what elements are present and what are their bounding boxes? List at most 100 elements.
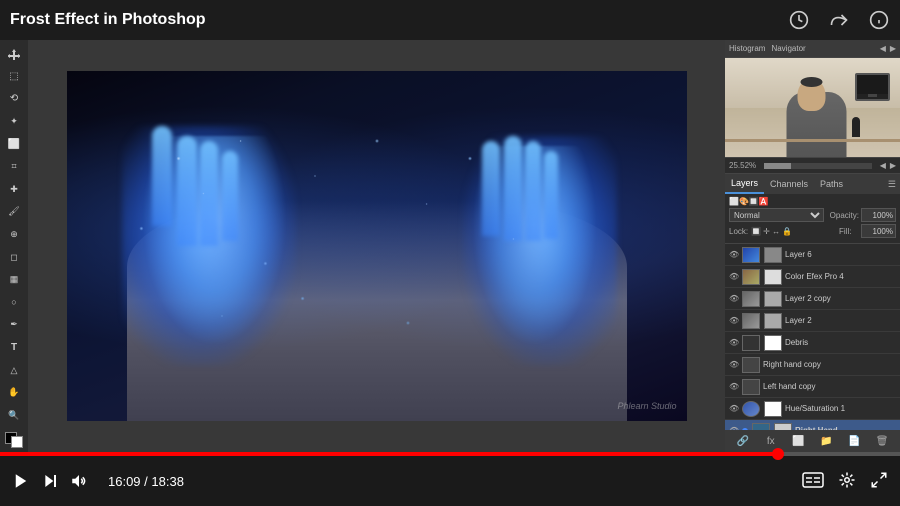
watermark: Phlearn Studio xyxy=(617,401,676,411)
layer-mask-debris xyxy=(764,335,782,351)
layer-mask-huesat1 xyxy=(764,401,782,417)
opacity-label: Opacity: xyxy=(830,211,859,220)
create-group-button[interactable]: 📁 xyxy=(818,433,834,449)
layer-eye-lefthandcopy[interactable]: 👁 xyxy=(729,382,739,392)
gradient-tool[interactable]: ▦ xyxy=(3,270,25,290)
layer-eye-huesat1[interactable]: 👁 xyxy=(729,404,739,414)
progress-bar[interactable] xyxy=(0,452,900,456)
layer-eye-layer2[interactable]: 👁 xyxy=(729,316,739,326)
tab-navigator[interactable]: Navigator xyxy=(771,44,805,53)
layer-eye-layer2copy[interactable]: 👁 xyxy=(729,294,739,304)
hand-tool[interactable]: ✋ xyxy=(3,383,25,403)
volume-button[interactable] xyxy=(70,472,88,490)
layer-name-colorefex: Color Efex Pro 4 xyxy=(785,272,896,281)
zoom-tool[interactable]: 🔍 xyxy=(3,406,25,426)
layer-name-layer2copy: Layer 2 copy xyxy=(785,294,896,303)
crop-tool[interactable]: ⬜ xyxy=(3,134,25,154)
eraser-tool[interactable]: ◻ xyxy=(3,247,25,267)
webcam-background xyxy=(725,58,900,157)
progress-thumb[interactable] xyxy=(772,448,784,460)
layer-mask-layer2 xyxy=(764,313,782,329)
healing-tool[interactable]: ✚ xyxy=(3,180,25,200)
clock-icon[interactable] xyxy=(788,9,810,31)
add-mask-button[interactable]: ⬜ xyxy=(791,433,807,449)
fullscreen-button[interactable] xyxy=(870,471,888,492)
marquee-tool[interactable]: ⬚ xyxy=(3,67,25,87)
layer-eye-layer6[interactable]: 👁 xyxy=(729,250,739,260)
info-icon[interactable] xyxy=(868,9,890,31)
layer-item-layer2copy[interactable]: 👁 Layer 2 copy xyxy=(725,288,900,310)
zoom-arrow-right[interactable]: ▶ xyxy=(890,161,896,170)
main-content: ⬚ ⟲ ✦ ⬜ ⌗ ✚ 🖌 ⊕ ◻ ▦ ○ ✒ T △ ✋ 🔍 xyxy=(0,40,900,452)
magic-wand-tool[interactable]: ✦ xyxy=(3,112,25,132)
move-tool[interactable] xyxy=(3,44,25,64)
video-frame: Phlearn Studio xyxy=(67,71,687,421)
lasso-tool[interactable]: ⟲ xyxy=(3,89,25,109)
tab-channels[interactable]: Channels xyxy=(764,174,814,194)
layer-eye-righthandcopy[interactable]: 👁 xyxy=(729,360,739,370)
top-icons xyxy=(788,9,890,31)
layer-mask-layer2copy xyxy=(764,291,782,307)
layers-blend-row: ⬜🎨🔲🅰️ xyxy=(729,197,896,206)
panel-nav-arrows: ◀ ▶ xyxy=(880,44,896,53)
layers-controls: ⬜🎨🔲🅰️ Normal Opacity: Lock: 🔲 ✛ ↔ 🔒 Fill… xyxy=(725,194,900,244)
clone-tool[interactable]: ⊕ xyxy=(3,225,25,245)
layer-item-debris[interactable]: 👁 Debris xyxy=(725,332,900,354)
webcam-monitor xyxy=(855,73,890,101)
panel-arrow-left[interactable]: ◀ xyxy=(880,44,886,53)
delete-layer-button[interactable]: 🗑 xyxy=(874,433,890,449)
layer-item-layer6[interactable]: 👁 Layer 6 xyxy=(725,244,900,266)
blend-mode-select[interactable]: Normal xyxy=(729,208,824,222)
layers-list: 👁 Layer 6 👁 Color Efex Pro 4 👁 Layer 2 c… xyxy=(725,244,900,430)
panel-arrow-right[interactable]: ▶ xyxy=(890,44,896,53)
next-button[interactable] xyxy=(42,473,58,489)
create-layer-button[interactable]: 📄 xyxy=(846,433,862,449)
layers-menu-icon[interactable]: ☰ xyxy=(888,179,900,190)
eyedropper-tool[interactable]: ⌗ xyxy=(3,157,25,177)
webcam-view xyxy=(725,58,900,158)
share-icon[interactable] xyxy=(828,9,850,31)
layer-name-layer2: Layer 2 xyxy=(785,316,896,325)
foreground-background-color[interactable] xyxy=(5,432,23,448)
layer-item-layer2[interactable]: 👁 Layer 2 xyxy=(725,310,900,332)
opacity-input[interactable] xyxy=(861,208,896,222)
layer-item-righthand[interactable]: 👁 Right Hand xyxy=(725,420,900,430)
layers-header-tabs: Layers Channels Paths ☰ xyxy=(725,174,900,194)
tab-layers[interactable]: Layers xyxy=(725,174,764,194)
layer-thumb-lefthandcopy xyxy=(742,379,760,395)
video-image: Phlearn Studio xyxy=(67,71,687,421)
layer-name-huesat1: Hue/Saturation 1 xyxy=(785,404,896,413)
tab-paths[interactable]: Paths xyxy=(814,174,849,194)
settings-button[interactable] xyxy=(838,471,856,492)
zoom-level-text: 25.52% xyxy=(729,161,756,170)
time-display: 16:09 / 18:38 xyxy=(108,474,184,489)
layer-thumb-righthandcopy xyxy=(742,357,760,373)
lock-label: Lock: xyxy=(729,227,749,236)
add-fx-button[interactable]: fx xyxy=(763,433,779,449)
progress-fill xyxy=(0,452,778,456)
add-link-button[interactable]: 🔗 xyxy=(735,433,751,449)
top-bar: Frost Effect in Photoshop xyxy=(0,0,900,40)
layer-item-colorefex[interactable]: 👁 Color Efex Pro 4 xyxy=(725,266,900,288)
layer-eye-colorefex[interactable]: 👁 xyxy=(729,272,739,282)
path-tool[interactable]: △ xyxy=(3,360,25,380)
fill-input[interactable] xyxy=(861,224,896,238)
layer-item-righthandcopy[interactable]: 👁 Right hand copy xyxy=(725,354,900,376)
lock-icons: 🔲 ✛ ↔ 🔒 xyxy=(751,227,792,236)
pen-tool[interactable]: ✒ xyxy=(3,315,25,335)
dodge-tool[interactable]: ○ xyxy=(3,293,25,313)
layer-name-righthandcopy: Right hand copy xyxy=(763,360,896,369)
type-tool[interactable]: T xyxy=(3,338,25,358)
layer-name-lefthandcopy: Left hand copy xyxy=(763,382,896,391)
controls-row: 16:09 / 18:38 xyxy=(0,456,900,506)
captions-button[interactable] xyxy=(802,472,824,491)
zoom-arrow-left[interactable]: ◀ xyxy=(880,161,886,170)
brush-tool[interactable]: 🖌 xyxy=(3,202,25,222)
layer-eye-debris[interactable]: 👁 xyxy=(729,338,739,348)
layer-item-lefthandcopy[interactable]: 👁 Left hand copy xyxy=(725,376,900,398)
layer-item-huesat1[interactable]: 👁 Hue/Saturation 1 xyxy=(725,398,900,420)
layer-name-debris: Debris xyxy=(785,338,896,347)
zoom-slider[interactable] xyxy=(764,163,872,169)
tab-histogram[interactable]: Histogram xyxy=(729,44,765,53)
play-button[interactable] xyxy=(12,472,30,490)
